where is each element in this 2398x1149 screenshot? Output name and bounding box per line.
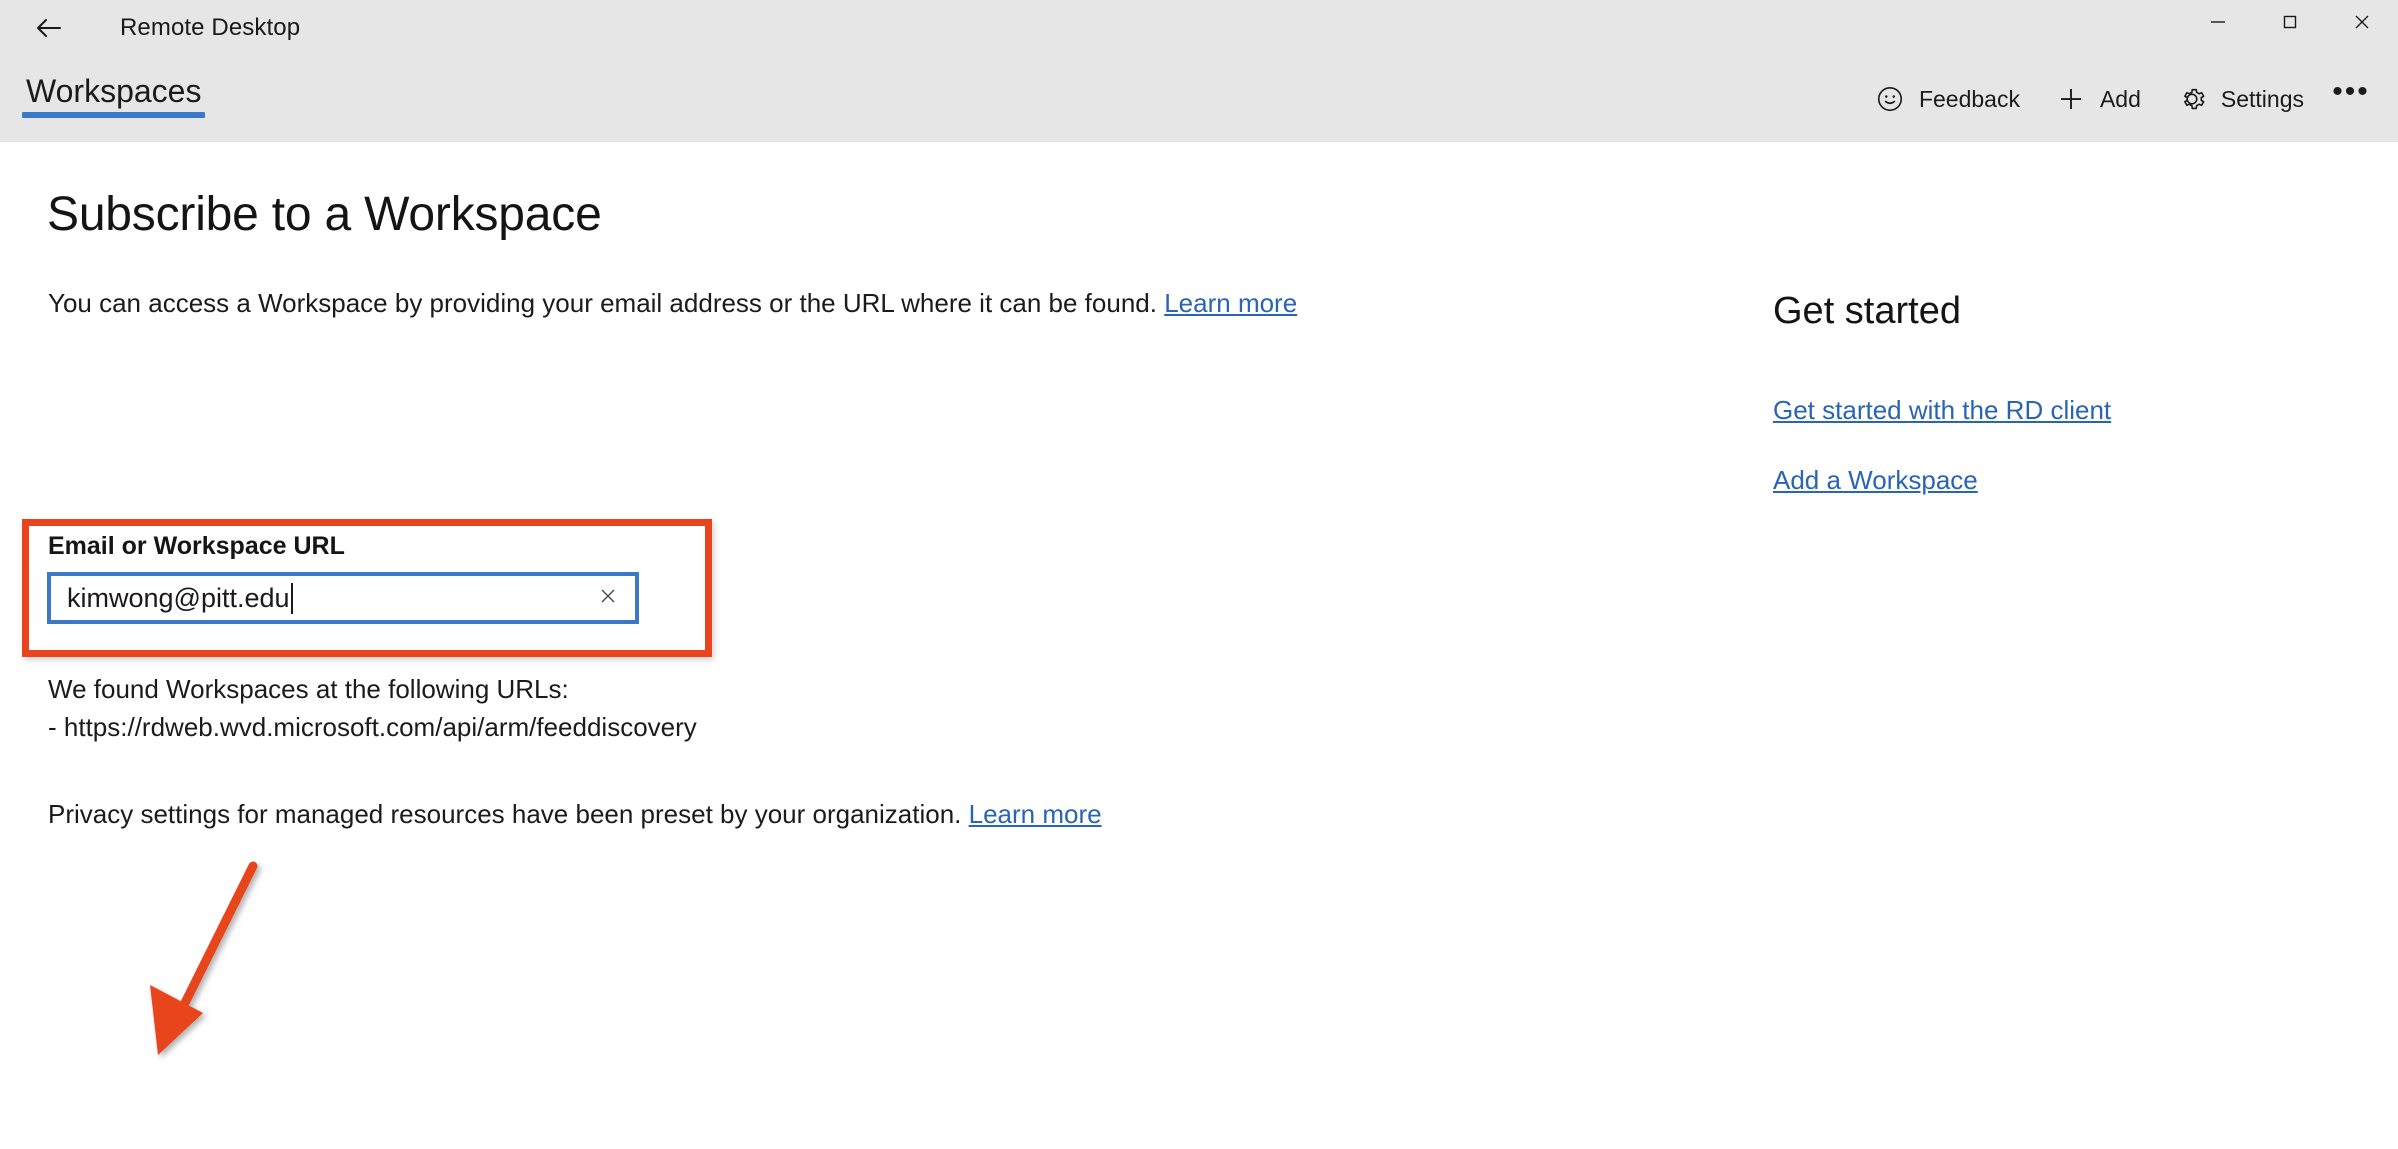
privacy-learn-more-link[interactable]: Learn more — [969, 799, 1102, 829]
close-x-icon — [2350, 10, 2374, 39]
tab-selected-indicator — [22, 112, 206, 118]
text-caret — [290, 582, 293, 614]
smiley-face-icon — [1875, 84, 1905, 114]
email-field-label: Email or Workspace URL — [48, 532, 345, 560]
get-started-panel: Get started Get started with the RD clie… — [1773, 290, 2333, 495]
email-or-url-input[interactable]: kimwong@pitt.edu — [47, 572, 639, 624]
close-button[interactable] — [2326, 0, 2398, 48]
remote-desktop-window: Remote Desktop Workspaces Feedback Add S… — [0, 0, 2398, 1149]
add-label: Add — [2099, 85, 2141, 112]
clear-input-button[interactable] — [581, 576, 635, 620]
tab-workspaces[interactable]: Workspaces — [22, 56, 206, 142]
feedback-button[interactable]: Feedback — [1857, 67, 2038, 131]
maximize-button[interactable] — [2254, 0, 2326, 48]
maximize-icon — [2278, 10, 2302, 39]
main-content: Subscribe to a Workspace You can access … — [0, 142, 2398, 1149]
add-button[interactable]: Add — [2038, 67, 2159, 131]
email-input-text-area[interactable]: kimwong@pitt.edu — [51, 582, 581, 614]
email-input-value: kimwong@pitt.edu — [67, 582, 290, 613]
intro-learn-more-link[interactable]: Learn more — [1164, 288, 1297, 318]
command-bar-actions: Feedback Add Settings ••• — [1857, 56, 2380, 142]
get-started-title: Get started — [1773, 290, 1961, 332]
plus-icon — [2056, 84, 2086, 114]
gear-icon — [2177, 84, 2207, 114]
settings-button[interactable]: Settings — [2159, 67, 2322, 131]
found-workspaces-heading: We found Workspaces at the following URL… — [48, 674, 569, 704]
window-controls — [2182, 0, 2398, 48]
add-a-workspace-link[interactable]: Add a Workspace — [1773, 465, 1978, 496]
close-x-icon — [595, 583, 621, 614]
app-title: Remote Desktop — [120, 14, 301, 41]
intro-text: You can access a Workspace by providing … — [48, 288, 1157, 318]
intro-text-row: You can access a Workspace by providing … — [48, 288, 1297, 319]
minimize-icon — [2206, 10, 2230, 39]
privacy-notice-text: Privacy settings for managed resources h… — [48, 799, 962, 829]
tab-strip: Workspaces — [22, 56, 206, 142]
back-button[interactable] — [22, 2, 76, 54]
feedback-label: Feedback — [1918, 85, 2020, 112]
minimize-button[interactable] — [2182, 0, 2254, 48]
back-arrow-icon — [33, 12, 65, 44]
page-title: Subscribe to a Workspace — [47, 188, 602, 241]
get-started-rd-client-link[interactable]: Get started with the RD client — [1773, 395, 2111, 426]
settings-label: Settings — [2220, 85, 2304, 112]
more-options-button[interactable]: ••• — [2322, 67, 2380, 131]
window-header: Remote Desktop Workspaces Feedback Add S… — [0, 0, 2398, 142]
command-bar: Workspaces Feedback Add Settings ••• — [0, 56, 2398, 142]
privacy-notice-row: Privacy settings for managed resources h… — [48, 799, 1102, 830]
tab-workspaces-label: Workspaces — [26, 73, 202, 109]
found-workspace-url: - https://rdweb.wvd.microsoft.com/api/ar… — [48, 712, 697, 742]
title-bar: Remote Desktop — [0, 0, 2398, 56]
